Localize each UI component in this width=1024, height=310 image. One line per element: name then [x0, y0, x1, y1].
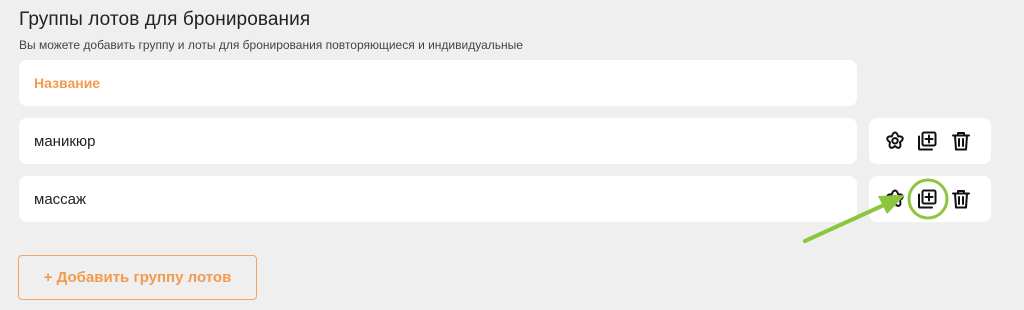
- column-name-header: Название: [34, 75, 101, 91]
- section-title: Группы лотов для бронирования: [19, 9, 311, 30]
- group-name: массаж: [34, 190, 87, 208]
- settings-icon[interactable]: [883, 187, 907, 211]
- group-row[interactable]: маникюр: [19, 118, 857, 164]
- delete-icon[interactable]: [949, 187, 973, 211]
- delete-icon[interactable]: [949, 129, 973, 153]
- section-subtitle: Вы можете добавить группу и лоты для бро…: [19, 38, 523, 52]
- table-header: Название: [19, 60, 857, 106]
- add-lot-icon[interactable]: [915, 129, 939, 153]
- group-row-actions: [869, 118, 991, 164]
- group-name: маникюр: [34, 132, 96, 150]
- group-row[interactable]: массаж: [19, 176, 857, 222]
- add-lot-icon[interactable]: [915, 187, 939, 211]
- group-row-actions: [869, 176, 991, 222]
- add-group-button[interactable]: + Добавить группу лотов: [18, 255, 257, 300]
- settings-icon[interactable]: [883, 129, 907, 153]
